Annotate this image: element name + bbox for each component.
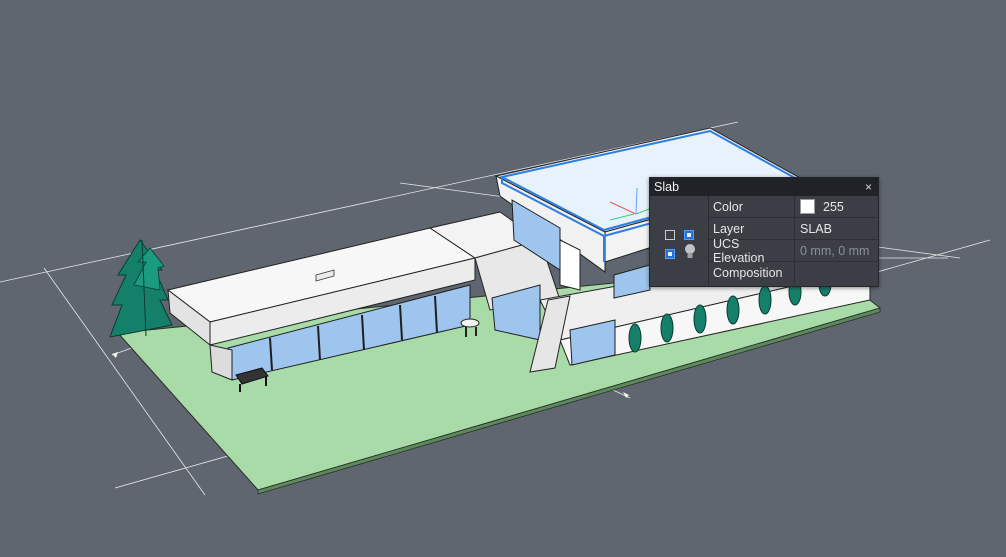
property-value-ucs-elevation[interactable]: 0 mm, 0 mm <box>795 240 878 261</box>
quad-properties-panel[interactable]: Slab × Color 255 Layer SLAB UCS Elevatio… <box>649 177 879 287</box>
checkbox-checked-icon[interactable] <box>665 249 675 259</box>
quad-header: Slab × <box>650 178 878 196</box>
property-value-layer[interactable]: SLAB <box>795 218 878 239</box>
property-table: Color 255 Layer SLAB UCS Elevation 0 mm,… <box>709 196 878 286</box>
property-row-composition[interactable]: Composition <box>709 262 878 283</box>
quad-title: Slab <box>654 180 680 194</box>
property-row-color[interactable]: Color 255 <box>709 196 878 218</box>
checkbox-unchecked-icon[interactable] <box>665 230 675 240</box>
property-label: Color <box>709 196 795 217</box>
lightbulb-icon[interactable] <box>683 243 697 261</box>
color-swatch-icon <box>800 199 815 214</box>
tree-left[interactable] <box>109 239 173 338</box>
color-value: 255 <box>823 199 844 214</box>
property-label: Composition <box>709 262 795 283</box>
quad-icon-column <box>650 196 709 286</box>
property-value-composition[interactable] <box>795 262 878 283</box>
property-value-color[interactable]: 255 <box>795 196 878 217</box>
property-row-ucs-elevation[interactable]: UCS Elevation 0 mm, 0 mm <box>709 237 878 265</box>
checkbox-checked-icon[interactable] <box>684 230 694 240</box>
quad-body: Color 255 Layer SLAB UCS Elevation 0 mm,… <box>650 196 878 286</box>
close-icon[interactable]: × <box>863 180 874 194</box>
property-label: UCS Elevation <box>709 237 795 265</box>
